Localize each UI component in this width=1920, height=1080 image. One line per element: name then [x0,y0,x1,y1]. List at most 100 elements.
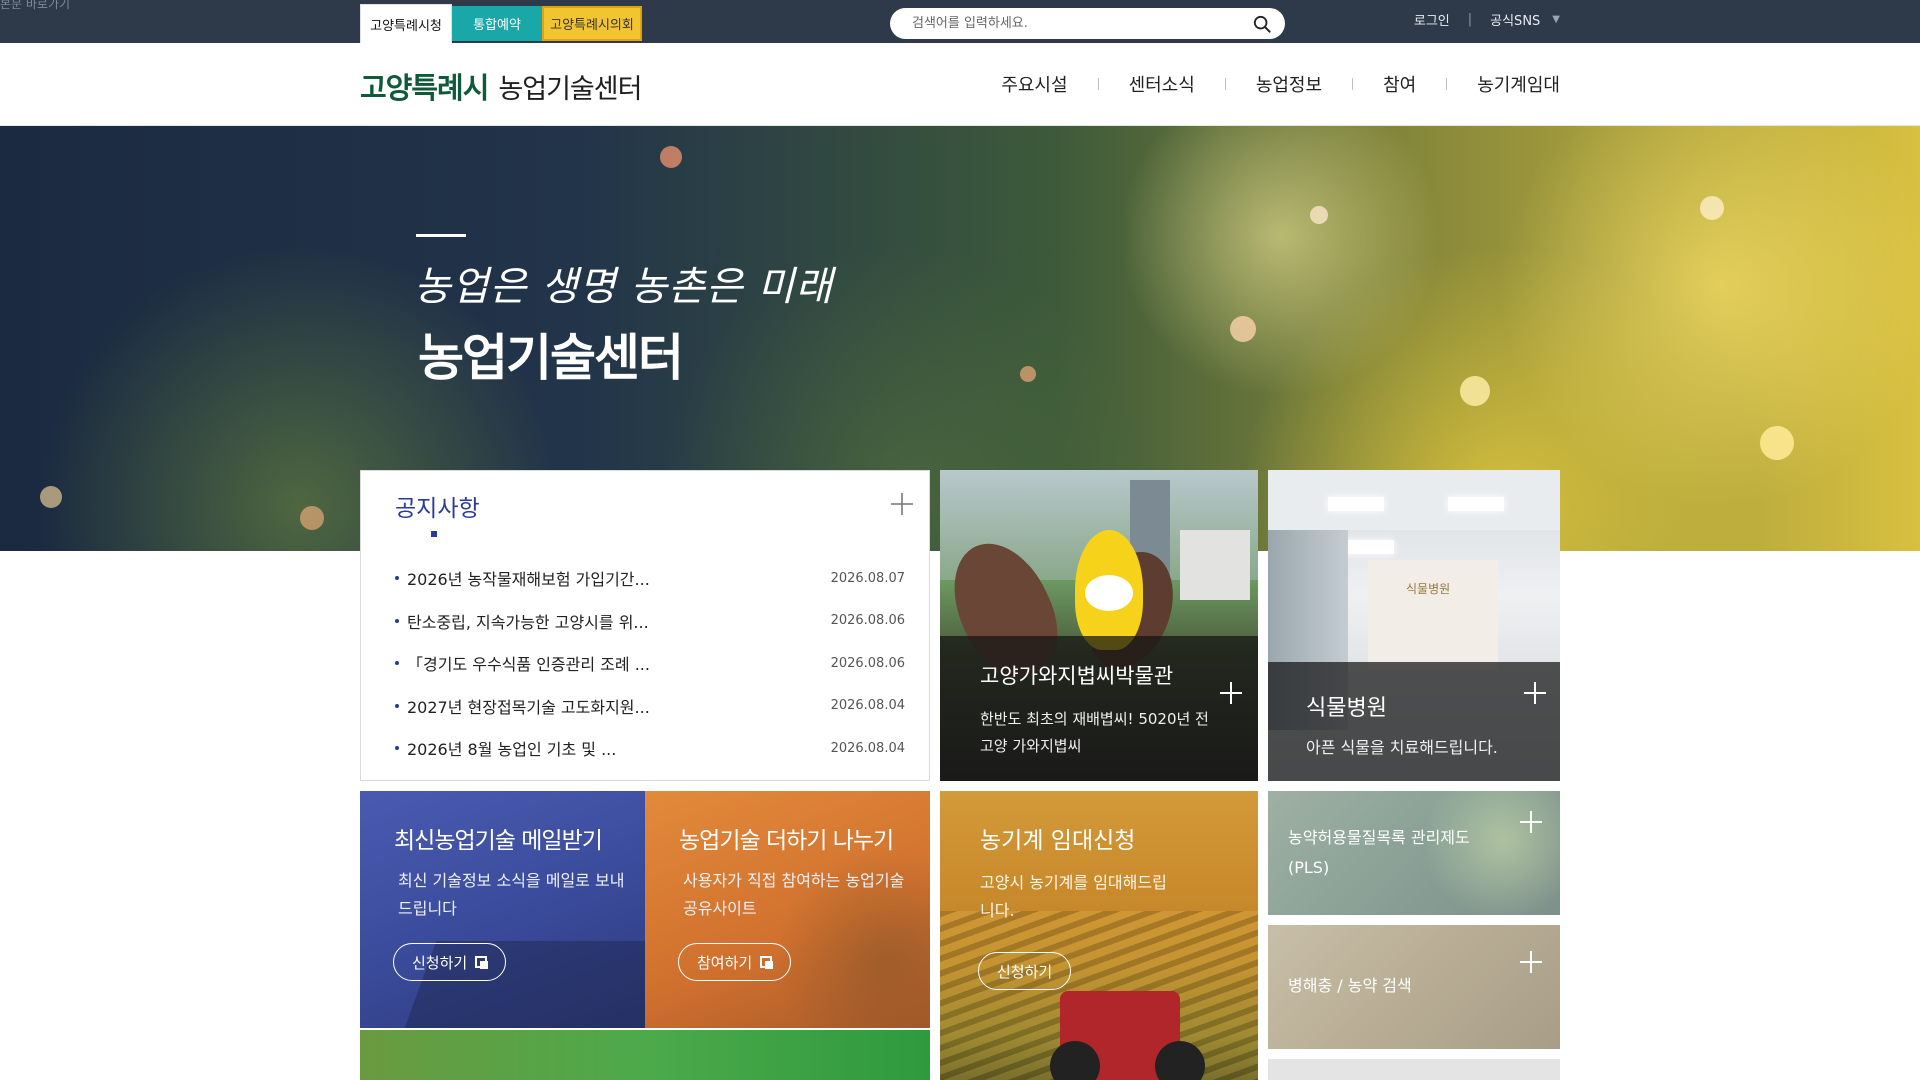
nav-center-news[interactable]: 센터소식 [1129,71,1195,97]
card-newsletter: 최신농업기술 메일받기 최신 기술정보 소식을 메일로 보내드립니다 신청하기 [360,791,645,1028]
notice-item-title: 2027년 현장접목기술 고도화지원... [395,694,650,718]
subscribe-button[interactable]: 신청하기 [393,943,507,981]
skip-link[interactable]: 본문 바로가기 [0,0,70,12]
list-item[interactable]: 2026년 농작물재해보험 가입기간... 2026.08.07 [395,557,905,600]
hospital-photo-ceiling [1268,470,1560,530]
plus-icon[interactable] [1522,680,1548,706]
search-bar [890,8,1285,39]
notice-title-marker [431,531,437,537]
tile-rice-museum[interactable]: 고양가와지볍씨박물관 한반도 최초의 재배볍씨! 5020년 전 고양 가와지볍… [940,470,1258,781]
banner-partial [360,1030,930,1080]
notice-item-date: 2026.08.07 [830,570,905,586]
search-input[interactable] [912,16,1232,31]
bokeh-light [660,146,682,168]
rental-apply-button[interactable]: 신청하기 [978,952,1072,990]
tile-description: 한반도 최초의 재배볍씨! 5020년 전 고양 가와지볍씨 [980,710,1209,755]
bokeh-light [1760,426,1794,460]
card-tech-sharing: 농업기술 더하기 나누기 사용자가 직접 참여하는 농업기술 공유사이트 참여하… [645,791,930,1028]
notice-item-title: 2026년 농작물재해보험 가입기간... [395,566,650,590]
card-title: 농업기술 더하기 나누기 [679,828,894,854]
caret-down-icon[interactable]: ▼ [1552,14,1560,25]
hero-slogan: 농업은 생명 농촌은 미래 [414,264,834,310]
main-nav: 주요시설 센터소식 농업정보 참여 농기계임대 [1001,71,1560,97]
site-tabs: 고양특례시청 통합예약 고양특례시의회 [360,4,642,43]
tile-label: 병해충 / 농약 검색 [1288,976,1412,995]
ceiling-light [1328,497,1384,511]
bokeh-light [1230,316,1256,342]
notice-item-date: 2026.08.04 [830,740,905,756]
list-item[interactable]: 2027년 현장접목기술 고도화지원... 2026.08.04 [395,685,905,728]
tile-pls[interactable]: 농약허용물질목록 관리제도(PLS) [1268,791,1560,915]
mascot-face [1085,575,1133,611]
notice-item-date: 2026.08.04 [830,698,905,714]
button-label: 참여하기 [697,953,753,972]
notice-item-date: 2026.08.06 [830,655,905,671]
tile-label: 농약허용물질목록 관리제도(PLS) [1288,828,1470,877]
tile-title: 식물병원 [1306,696,1387,721]
list-item[interactable]: 2026년 8월 농업인 기초 및 ... 2026.08.04 [395,727,905,770]
card-description: 사용자가 직접 참여하는 농업기술 공유사이트 [683,871,905,918]
tile-description: 아픈 식물을 치료해드립니다. [1306,738,1498,757]
nav-agri-info[interactable]: 농업정보 [1256,71,1322,97]
card-description: 최신 기술정보 소식을 메일로 보내드립니다 [398,871,625,918]
hero-title: 농업기술센터 [418,329,684,387]
search-icon[interactable] [1253,15,1271,33]
notice-item-title: 탄소중립, 지속가능한 고양시를 위... [395,609,649,633]
tile-title: 농기계 임대신청 [980,828,1136,854]
document-icon [760,956,774,969]
nav-main-facilities[interactable]: 주요시설 [1001,71,1067,97]
plus-icon[interactable] [1518,949,1544,975]
nav-divider [1352,78,1354,90]
bokeh-light [300,506,324,530]
bokeh-light [1460,376,1490,406]
site-logo[interactable]: 고양특례시 농업기술센터 [360,65,642,107]
bokeh-light [1020,366,1036,382]
nav-participation[interactable]: 참여 [1383,71,1416,97]
hospital-sign: 식물병원 [1406,582,1451,596]
plus-icon[interactable] [889,491,915,517]
nav-divider [1097,78,1099,90]
participate-button[interactable]: 참여하기 [678,943,792,981]
bokeh-light [40,486,62,508]
nav-divider [1446,78,1448,90]
sns-dropdown[interactable]: 공식SNS [1490,10,1540,29]
tile-title: 고양가와지볍씨박물관 [980,664,1174,688]
logo-city: 고양특례시 [360,71,489,105]
tab-integrated-reservation[interactable]: 통합예약 [452,6,542,41]
notice-item-title: 「경기도 우수식품 인증관리 조례 ... [395,651,650,675]
list-item[interactable]: 「경기도 우수식품 인증관리 조례 ... 2026.08.06 [395,642,905,685]
tile-plant-hospital[interactable]: 식물병원 식물병원 아픈 식물을 치료해드립니다. [1268,470,1560,781]
logo-center: 농업기술센터 [498,74,642,105]
notice-item-date: 2026.08.06 [830,613,905,629]
tab-city-council[interactable]: 고양특례시의회 [542,6,642,41]
divider: | [1467,12,1473,27]
login-link[interactable]: 로그인 [1414,10,1450,29]
tab-goyang-city[interactable]: 고양특례시청 [360,4,452,43]
notice-item-title: 2026년 8월 농업인 기초 및 ... [395,736,616,760]
notice-board: 공지사항 2026년 농작물재해보험 가입기간... 2026.08.07 탄소… [360,470,930,781]
tile-partial [1268,1059,1560,1080]
bokeh-light [1310,206,1328,224]
notice-title: 공지사항 [395,496,480,522]
button-label: 신청하기 [412,953,468,972]
hospital-photo-wall [1368,560,1498,670]
hero-accent-line [416,234,466,237]
nav-divider [1224,78,1226,90]
tile-description: 고양시 농기계를 임대해드립니다. [980,873,1167,920]
button-label: 신청하기 [997,962,1053,981]
tile-machine-rental: 농기계 임대신청 고양시 농기계를 임대해드립니다. 신청하기 [940,791,1258,1080]
card-title: 최신농업기술 메일받기 [394,828,603,854]
utility-links: 로그인 | 공식SNS ▼ [1414,10,1560,29]
tile-pest-search[interactable]: 병해충 / 농약 검색 [1268,925,1560,1049]
ceiling-light [1448,497,1504,511]
notice-list: 2026년 농작물재해보험 가입기간... 2026.08.07 탄소중립, 지… [395,557,905,770]
list-item[interactable]: 탄소중립, 지속가능한 고양시를 위... 2026.08.06 [395,600,905,643]
museum-photo-building [1180,530,1250,600]
nav-machine-rental[interactable]: 농기계임대 [1477,71,1560,97]
plus-icon[interactable] [1218,680,1244,706]
top-utility-bar: 본문 바로가기 고양특례시청 통합예약 고양특례시의회 로그인 | 공식SNS … [0,0,1920,43]
site-header: 고양특례시 농업기술센터 주요시설 센터소식 농업정보 참여 농기계임대 [0,43,1920,126]
plus-icon[interactable] [1518,809,1544,835]
bokeh-light [1700,196,1724,220]
document-icon [475,956,489,969]
